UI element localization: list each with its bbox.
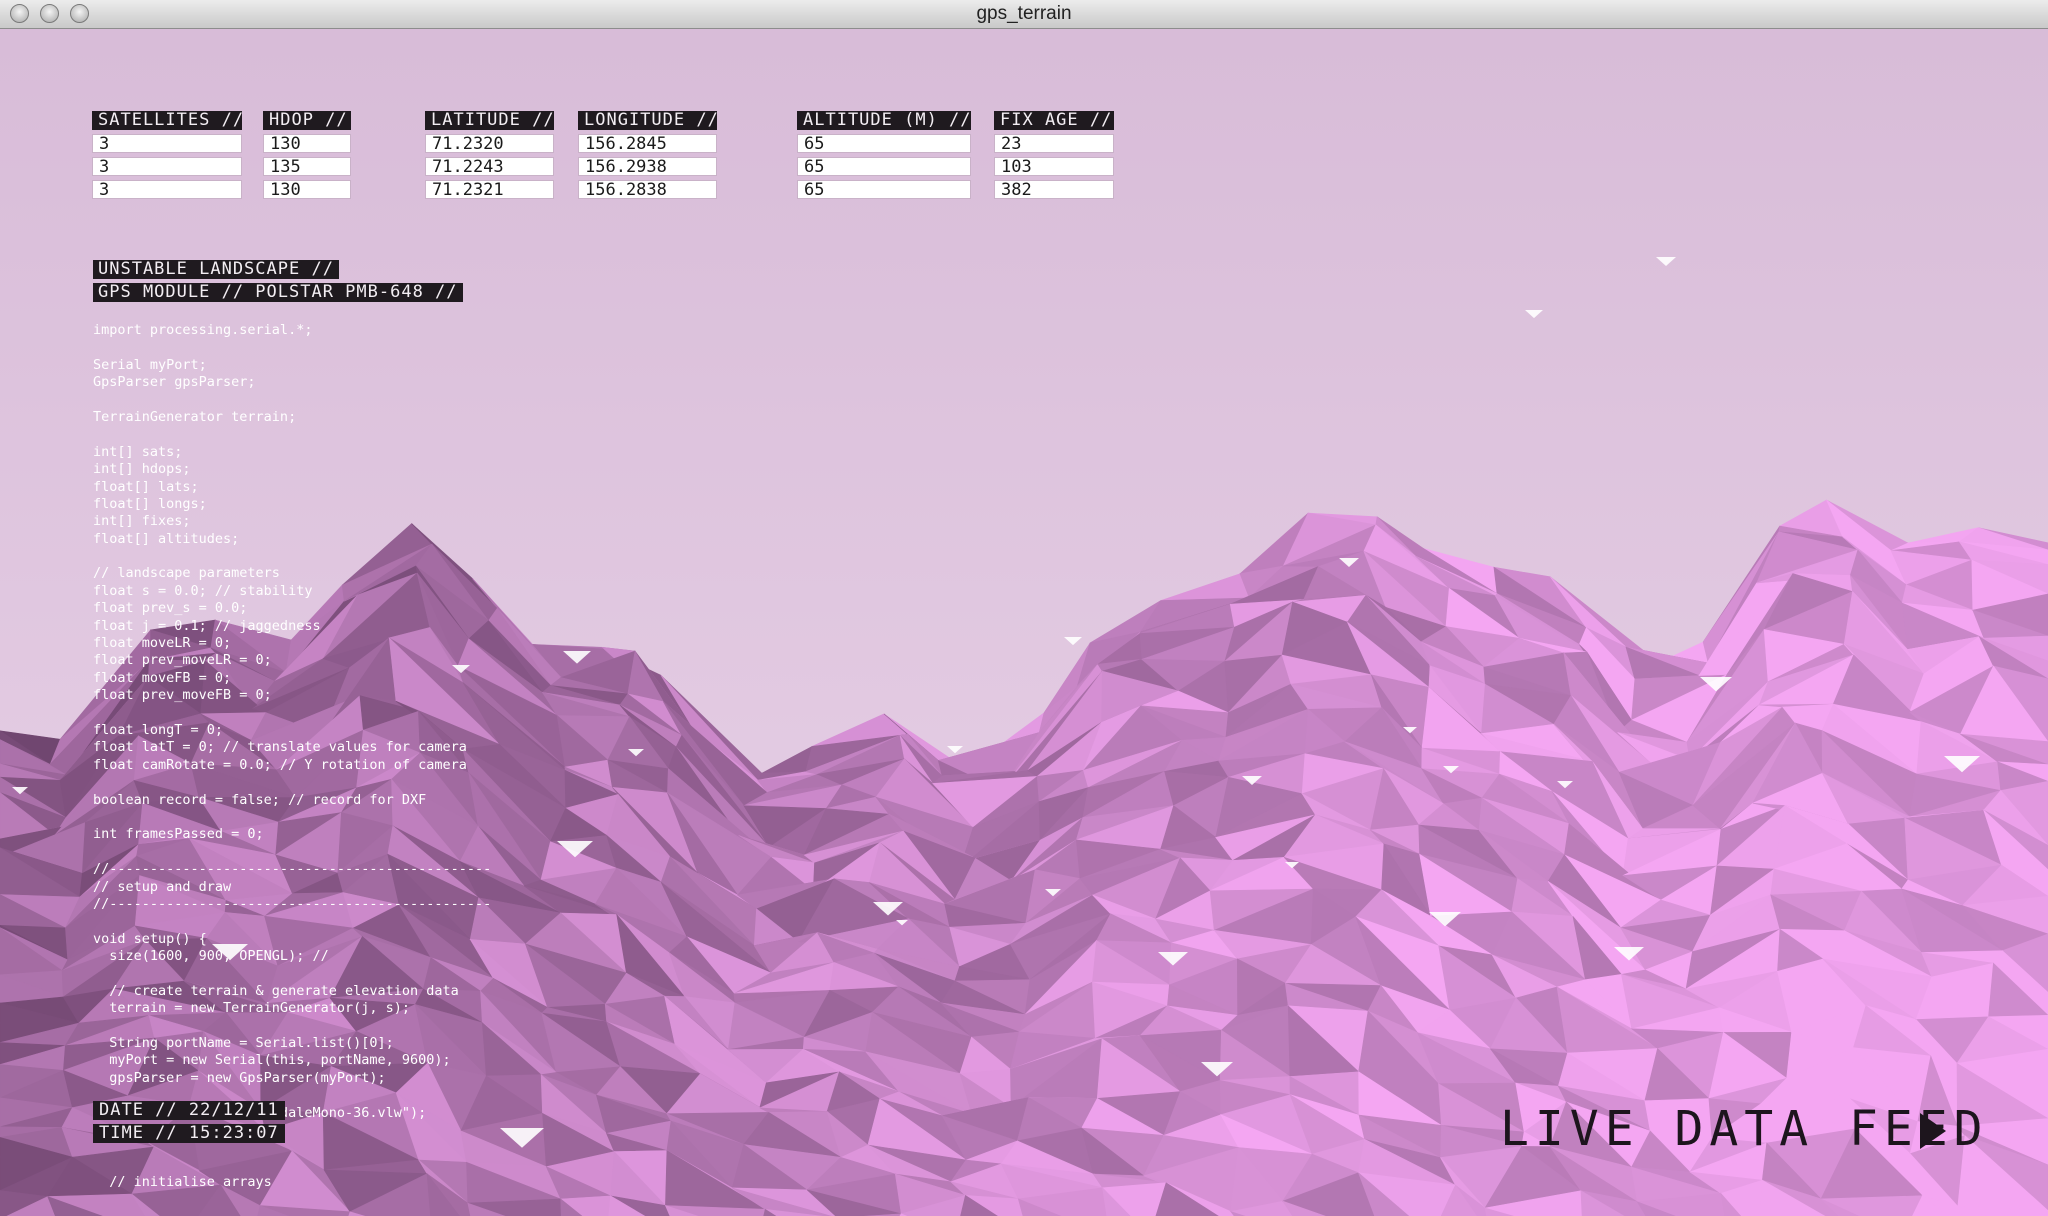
code-line: import processing.serial.*; <box>93 322 313 338</box>
longitude-column: LONGITUDE // 156.2845 156.2938 156.2838 <box>578 111 718 203</box>
window-titlebar: gps_terrain <box>0 0 2048 29</box>
table-cell: 156.2845 <box>578 134 717 154</box>
code-line: void setup() { <box>93 930 207 947</box>
code-line: float prev_moveFB = 0; <box>93 687 272 704</box>
column-header: LONGITUDE // <box>578 111 718 130</box>
live-data-feed-label: LIVE DATA FEED <box>1500 1101 1989 1157</box>
code-line: // create terrain & generate elevation d… <box>93 982 459 999</box>
column-header: LATITUDE // <box>425 111 554 130</box>
time-stamp: TIME // 15:23:07 <box>93 1124 285 1143</box>
table-cell: 135 <box>263 157 351 177</box>
code-line: Serial myPort; <box>93 356 207 373</box>
table-cell: 65 <box>797 134 971 154</box>
code-line: float s = 0.0; // stability <box>93 582 313 599</box>
code-line: gpsParser = new GpsParser(myPort); <box>93 1069 386 1086</box>
code-line: size(1600, 900, OPENGL); // <box>93 948 329 965</box>
table-cell: 71.2320 <box>425 134 554 154</box>
source-code-overlay: import processing.serial.*; Serial myPort… <box>93 322 491 1192</box>
table-cell: 130 <box>263 180 351 200</box>
project-label: UNSTABLE LANDSCAPE // <box>93 260 339 279</box>
code-line: int[] hdops; <box>93 461 191 478</box>
code-line: float camRotate = 0.0; // Y rotation of … <box>93 756 467 773</box>
code-line: float longT = 0; <box>93 721 224 738</box>
code-line: float moveLR = 0; <box>93 635 232 652</box>
code-line: float[] altitudes; <box>93 530 240 547</box>
column-header: SATELLITES // <box>92 111 243 130</box>
table-cell: 23 <box>994 134 1114 154</box>
table-cell: 3 <box>92 157 242 177</box>
table-cell: 71.2243 <box>425 157 554 177</box>
code-line: terrain = new TerrainGenerator(j, s); <box>93 1000 410 1017</box>
code-line: float[] longs; <box>93 495 207 512</box>
window-title: gps_terrain <box>976 3 1072 24</box>
code-line: float prev_s = 0.0; <box>93 600 248 617</box>
code-line: TerrainGenerator terrain; <box>93 408 297 425</box>
table-cell: 156.2838 <box>578 180 717 200</box>
code-line: float prev_moveLR = 0; <box>93 652 272 669</box>
column-header: FIX AGE // <box>994 111 1114 130</box>
fix-age-column: FIX AGE // 23 103 382 <box>994 111 1114 203</box>
satellites-column: SATELLITES // 3 3 3 <box>92 111 243 203</box>
code-line: // setup and draw <box>93 878 232 895</box>
code-line: // initialise arrays <box>93 1174 272 1191</box>
table-cell: 3 <box>92 134 242 154</box>
code-line: int[] sats; <box>93 443 183 460</box>
module-label: GPS MODULE // POLSTAR PMB-648 // <box>93 283 463 302</box>
hdop-column: HDOP // 130 135 130 <box>263 111 351 203</box>
play-arrow-icon[interactable] <box>1920 1113 1946 1149</box>
table-cell: 65 <box>797 157 971 177</box>
latitude-column: LATITUDE // 71.2320 71.2243 71.2321 <box>425 111 554 203</box>
table-cell: 103 <box>994 157 1114 177</box>
code-line: myPort = new Serial(this, portName, 9600… <box>93 1052 451 1069</box>
column-header: ALTITUDE (M) // <box>797 111 971 130</box>
code-line: float j = 0.1; // jaggedness <box>93 617 321 634</box>
code-line: int framesPassed = 0; <box>93 826 264 843</box>
code-line: int[] fixes; <box>93 513 191 530</box>
code-line: // landscape parameters <box>93 565 280 582</box>
code-line: float[] lats; <box>93 478 199 495</box>
table-cell: 3 <box>92 180 242 200</box>
column-header: HDOP // <box>263 111 351 130</box>
code-line: float latT = 0; // translate values for … <box>93 739 467 756</box>
altitude-column: ALTITUDE (M) // 65 65 65 <box>797 111 971 203</box>
table-cell: 130 <box>263 134 351 154</box>
table-cell: 71.2321 <box>425 180 554 200</box>
code-line: float moveFB = 0; <box>93 669 232 686</box>
code-line: //--------------------------------------… <box>93 861 492 878</box>
code-line: String portName = Serial.list()[0]; <box>93 1035 394 1052</box>
table-cell: 382 <box>994 180 1114 200</box>
date-stamp: DATE // 22/12/11 <box>93 1101 285 1120</box>
table-cell: 65 <box>797 180 971 200</box>
code-line: //--------------------------------------… <box>93 895 492 912</box>
code-line: GpsParser gpsParser; <box>93 374 256 391</box>
code-line: boolean record = false; // record for DX… <box>93 791 427 808</box>
table-cell: 156.2938 <box>578 157 717 177</box>
